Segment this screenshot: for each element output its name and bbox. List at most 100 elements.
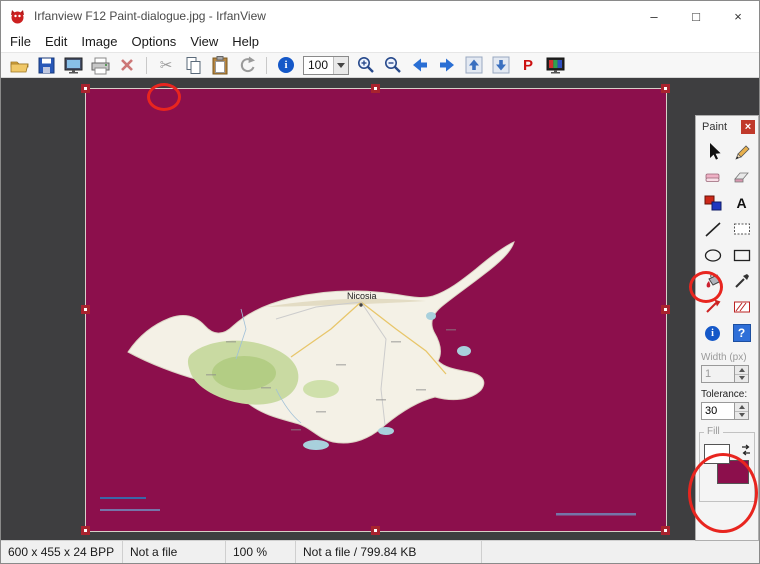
close-button[interactable]: × [717, 1, 759, 31]
width-stepper[interactable] [735, 365, 749, 383]
status-empty [482, 541, 759, 563]
selection-handle-mid-left[interactable] [81, 305, 90, 314]
zoom-out-button[interactable] [380, 54, 406, 76]
next-image-button[interactable] [434, 54, 460, 76]
window-title: Irfanview F12 Paint-dialogue.jpg - Irfan… [34, 9, 266, 23]
previous-image-button[interactable] [407, 54, 433, 76]
selection-handle-bottom-center[interactable] [371, 526, 380, 535]
arrow-tool-button[interactable] [698, 294, 727, 320]
swap-colors-icon[interactable] [740, 443, 752, 457]
selection-handle-top-center[interactable] [371, 84, 380, 93]
nicosia-label: Nicosia [347, 291, 377, 301]
color-replace-tool-button[interactable] [698, 190, 727, 216]
paint-info-button[interactable]: i [698, 320, 727, 346]
cyprus-map: Nicosia [86, 89, 666, 531]
minimize-button[interactable]: – [633, 1, 675, 31]
info-icon: i [278, 57, 294, 73]
line-tool-button[interactable] [698, 216, 727, 242]
width-input[interactable] [701, 365, 735, 383]
fill-group: Fill [699, 432, 755, 502]
menu-view[interactable]: View [190, 34, 218, 49]
slideshow-button[interactable] [60, 54, 86, 76]
rectangle-icon [730, 243, 754, 267]
image-info-button[interactable]: i [273, 54, 299, 76]
irfanview-app-icon [9, 8, 26, 25]
edited-image[interactable]: Nicosia [86, 89, 666, 531]
zoom-dropdown-button[interactable] [333, 57, 348, 74]
selection-handle-top-left[interactable] [81, 84, 90, 93]
cursor-icon [701, 139, 725, 163]
nicosia-dot [359, 303, 362, 306]
eraser-tool-button[interactable] [698, 164, 727, 190]
undo-button[interactable] [234, 54, 260, 76]
save-button[interactable] [33, 54, 59, 76]
zoom-in-button[interactable] [353, 54, 379, 76]
slant-eraser-tool-button[interactable] [727, 164, 756, 190]
open-folder-icon [9, 56, 30, 75]
paste-clipboard-icon [210, 55, 230, 75]
menu-image[interactable]: Image [81, 34, 117, 49]
crop-rect-tool-button[interactable] [727, 216, 756, 242]
stepper-up-icon[interactable] [735, 366, 748, 374]
menu-help[interactable]: Help [232, 34, 259, 49]
status-file: Not a file [123, 541, 226, 563]
arrow-right-icon [437, 56, 457, 74]
width-input-row [696, 365, 758, 383]
menu-edit[interactable]: Edit [45, 34, 67, 49]
pencil-icon [730, 139, 754, 163]
hatched-rect-icon [730, 295, 754, 319]
eyedropper-icon [730, 269, 754, 293]
irfanview-window: Irfanview F12 Paint-dialogue.jpg - Irfan… [0, 0, 760, 564]
cut-button[interactable]: ✂ [153, 54, 179, 76]
canvas-area: Nicosia [1, 78, 760, 542]
selection-handle-top-right[interactable] [661, 84, 670, 93]
eraser-icon [701, 165, 725, 189]
paint-help-button[interactable]: ? [727, 320, 756, 346]
arrow-up-boxed-icon [465, 56, 483, 74]
menu-file[interactable]: File [10, 34, 31, 49]
paint-panel: Paint × [695, 115, 759, 541]
info-icon: i [705, 326, 720, 341]
pencil-tool-button[interactable] [727, 138, 756, 164]
toolbar-separator [146, 57, 147, 74]
rectangle-tool-button[interactable] [727, 242, 756, 268]
flood-fill-tool-button[interactable] [698, 268, 727, 294]
arrow-left-icon [410, 56, 430, 74]
fill-group-label: Fill [704, 426, 723, 437]
zoom-select[interactable]: 100 [303, 56, 349, 75]
tolerance-input[interactable] [701, 402, 735, 420]
stepper-down-icon[interactable] [735, 411, 748, 420]
tolerance-stepper[interactable] [735, 402, 749, 420]
maximize-button[interactable]: □ [675, 1, 717, 31]
paint-dialog-button[interactable]: P [515, 54, 541, 76]
menu-options[interactable]: Options [132, 34, 177, 49]
text-tool-icon: A [736, 195, 746, 211]
paint-panel-close-button[interactable]: × [741, 120, 755, 134]
foreground-color-swatch[interactable] [704, 444, 730, 464]
open-button[interactable] [6, 54, 32, 76]
printer-icon [90, 56, 111, 75]
stepper-down-icon[interactable] [735, 374, 748, 383]
cyprus-island-shape [128, 242, 514, 443]
first-image-button[interactable] [461, 54, 487, 76]
delete-button[interactable] [114, 54, 140, 76]
hatch-rect-tool-button[interactable] [727, 294, 756, 320]
screen-color-button[interactable] [542, 54, 568, 76]
text-tool-button[interactable]: A [727, 190, 756, 216]
toolbar-separator [266, 57, 267, 74]
stepper-up-icon[interactable] [735, 403, 748, 411]
print-button[interactable] [87, 54, 113, 76]
color-replace-icon [701, 191, 725, 215]
dashed-rect-icon [730, 217, 754, 241]
copy-button[interactable] [180, 54, 206, 76]
select-tool-button[interactable] [698, 138, 727, 164]
paste-button[interactable] [207, 54, 233, 76]
screen-color-icon [545, 56, 566, 75]
selection-handle-bottom-left[interactable] [81, 526, 90, 535]
ellipse-tool-button[interactable] [698, 242, 727, 268]
last-image-button[interactable] [488, 54, 514, 76]
selection-handle-mid-right[interactable] [661, 305, 670, 314]
menubar: File Edit Image Options View Help [1, 31, 759, 52]
eyedropper-tool-button[interactable] [727, 268, 756, 294]
selection-handle-bottom-right[interactable] [661, 526, 670, 535]
